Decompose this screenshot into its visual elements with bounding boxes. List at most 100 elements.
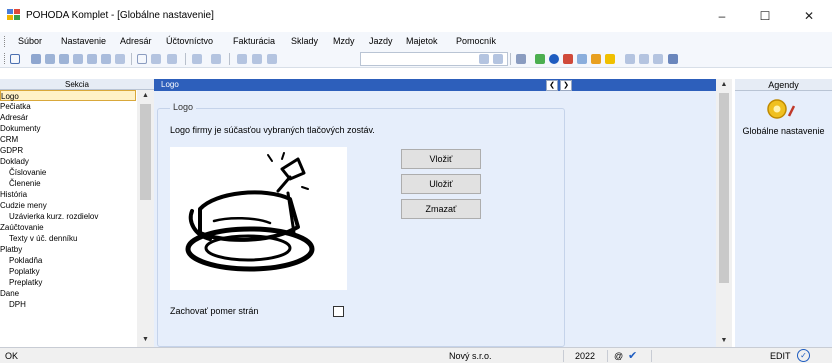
center-scrollbar[interactable]: ▲ ▼ bbox=[716, 79, 732, 347]
window-icon[interactable] bbox=[653, 54, 663, 64]
menu-adresar[interactable]: Adresár bbox=[120, 36, 152, 46]
grid-icon[interactable] bbox=[167, 54, 177, 64]
sekcia-item-cudzie-meny[interactable]: Cudzie meny bbox=[0, 200, 136, 211]
people-icon[interactable] bbox=[591, 54, 601, 64]
sekcia-item-crm[interactable]: CRM bbox=[0, 134, 136, 145]
list-icon[interactable] bbox=[625, 54, 635, 64]
agendy-item-label[interactable]: Globálne nastavenie bbox=[735, 126, 832, 136]
new-record-icon[interactable] bbox=[137, 54, 147, 64]
sekcia-item-uzavierka[interactable]: Uzávierka kurz. rozdielov bbox=[0, 211, 136, 222]
scroll-thumb[interactable] bbox=[140, 104, 151, 200]
export-icon[interactable] bbox=[73, 54, 83, 64]
maximize-button[interactable]: ☐ bbox=[745, 6, 785, 26]
scroll-up-icon[interactable]: ▲ bbox=[137, 90, 154, 102]
edit-check-icon: ✓ bbox=[797, 349, 810, 362]
window-title: POHODA Komplet - [Globálne nastavenie] bbox=[26, 10, 214, 21]
status-company: Nový s.r.o. bbox=[449, 351, 492, 361]
globe-icon[interactable] bbox=[549, 54, 559, 64]
menu-uctovnictvo[interactable]: Účtovníctvo bbox=[166, 36, 213, 46]
close-button[interactable]: ✕ bbox=[789, 6, 829, 26]
toolbar-separator bbox=[510, 53, 511, 65]
print-list-icon[interactable] bbox=[59, 54, 69, 64]
dropdown-icon[interactable] bbox=[479, 54, 489, 64]
sekcia-item-label: Číslovanie bbox=[9, 168, 47, 177]
print-preview-icon[interactable] bbox=[45, 54, 55, 64]
scroll-down-icon[interactable]: ▼ bbox=[716, 335, 732, 347]
sekcia-item-dokumenty[interactable]: Dokumenty bbox=[0, 123, 136, 134]
sekcia-item-cislovanie[interactable]: Číslovanie bbox=[0, 167, 136, 178]
sekcia-item-gdpr[interactable]: GDPR bbox=[0, 145, 136, 156]
print-icon[interactable] bbox=[31, 54, 41, 64]
menu-mzdy[interactable]: Mzdy bbox=[333, 36, 355, 46]
calculator-icon[interactable] bbox=[516, 54, 526, 64]
menu-subor[interactable]: Súbor bbox=[18, 36, 42, 46]
toolbar-separator bbox=[229, 53, 230, 65]
status-separator bbox=[563, 350, 564, 362]
iban-icon[interactable] bbox=[605, 54, 615, 64]
settings-icon[interactable] bbox=[765, 98, 796, 120]
prev-arrow-icon[interactable]: ❮ bbox=[546, 80, 558, 91]
menu-nastavenie[interactable]: Nastavenie bbox=[61, 36, 106, 46]
scroll-down-icon[interactable]: ▼ bbox=[137, 334, 154, 346]
sekcia-item-doklady[interactable]: Doklady bbox=[0, 156, 136, 167]
toolbar bbox=[0, 50, 832, 68]
report-icon[interactable] bbox=[115, 54, 125, 64]
sekcia-item-label: Zaúčtovanie bbox=[0, 223, 44, 232]
sekcia-item-poplatky[interactable]: Poplatky bbox=[0, 266, 136, 277]
minimize-button[interactable]: – bbox=[702, 6, 742, 26]
menu-bar: Súbor Nastavenie Adresár Účtovníctvo Fak… bbox=[0, 32, 832, 50]
sekcia-item-historia[interactable]: História bbox=[0, 189, 136, 200]
sekcia-item-label: Adresár bbox=[0, 113, 29, 122]
search-icon[interactable] bbox=[237, 54, 247, 64]
sekcia-item-label: Logo bbox=[1, 92, 19, 101]
edit-icon[interactable] bbox=[151, 54, 161, 64]
sekcia-scrollbar[interactable]: ▲ ▼ bbox=[137, 90, 154, 347]
menu-pomocnik[interactable]: Pomocník bbox=[456, 36, 496, 46]
sekcia-item-peciatka[interactable]: Pečiatka bbox=[0, 101, 136, 112]
back-icon[interactable] bbox=[192, 54, 202, 64]
attach-icon[interactable] bbox=[101, 54, 111, 64]
forward-icon[interactable] bbox=[211, 54, 221, 64]
sekcia-item-clenenie[interactable]: Členenie bbox=[0, 178, 136, 189]
scroll-up-icon[interactable]: ▲ bbox=[716, 79, 732, 91]
sekcia-item-label: Dane bbox=[0, 289, 20, 298]
sekcia-item-label: DPH bbox=[9, 300, 26, 309]
status-green-icon[interactable] bbox=[535, 54, 545, 64]
table-icon[interactable] bbox=[639, 54, 649, 64]
sekcia-item-preplatky[interactable]: Preplatky bbox=[0, 277, 136, 288]
sekcia-item-dane[interactable]: Dane bbox=[0, 288, 136, 299]
sekcia-item-logo[interactable]: Logo bbox=[0, 90, 136, 101]
sekcia-item-platby[interactable]: Platby bbox=[0, 244, 136, 255]
status-ok: OK bbox=[5, 351, 19, 361]
filter-icon[interactable] bbox=[252, 54, 262, 64]
menu-grip-icon bbox=[4, 36, 6, 47]
center-header-title: Logo bbox=[161, 80, 179, 89]
sort-icon[interactable] bbox=[493, 54, 503, 64]
record-icon[interactable] bbox=[10, 54, 20, 64]
sekcia-list: Logo Pečiatka Adresár Dokumenty CRM GDPR… bbox=[0, 90, 146, 347]
save-button[interactable]: Uložiť bbox=[401, 174, 481, 194]
copy-icon[interactable] bbox=[267, 54, 277, 64]
menu-sklady[interactable]: Sklady bbox=[291, 36, 318, 46]
menu-fakturacia[interactable]: Fakturácia bbox=[233, 36, 275, 46]
help-icon[interactable] bbox=[668, 54, 678, 64]
sekcia-item-dph[interactable]: DPH bbox=[0, 299, 136, 310]
delete-button[interactable]: Zmazať bbox=[401, 199, 481, 219]
next-arrow-icon[interactable]: ❯ bbox=[560, 80, 572, 91]
documents-icon[interactable] bbox=[577, 54, 587, 64]
sekcia-item-pokladna[interactable]: Pokladňa bbox=[0, 255, 136, 266]
menu-jazdy[interactable]: Jazdy bbox=[369, 36, 393, 46]
logo-preview bbox=[170, 147, 347, 290]
sekcia-item-zauctovanie[interactable]: Zaúčtovanie bbox=[0, 222, 136, 233]
agendy-header: Agendy bbox=[735, 79, 832, 91]
insert-button[interactable]: Vložiť bbox=[401, 149, 481, 169]
sekcia-item-texty[interactable]: Texty v úč. denníku bbox=[0, 233, 136, 244]
toolbar-separator bbox=[131, 53, 132, 65]
status-separator bbox=[607, 350, 608, 362]
menu-majetok[interactable]: Majetok bbox=[406, 36, 438, 46]
calendar-icon[interactable] bbox=[563, 54, 573, 64]
sekcia-item-adresar[interactable]: Adresár bbox=[0, 112, 136, 123]
scroll-thumb[interactable] bbox=[719, 93, 729, 283]
send-icon[interactable] bbox=[87, 54, 97, 64]
keep-ratio-checkbox[interactable] bbox=[333, 306, 344, 317]
